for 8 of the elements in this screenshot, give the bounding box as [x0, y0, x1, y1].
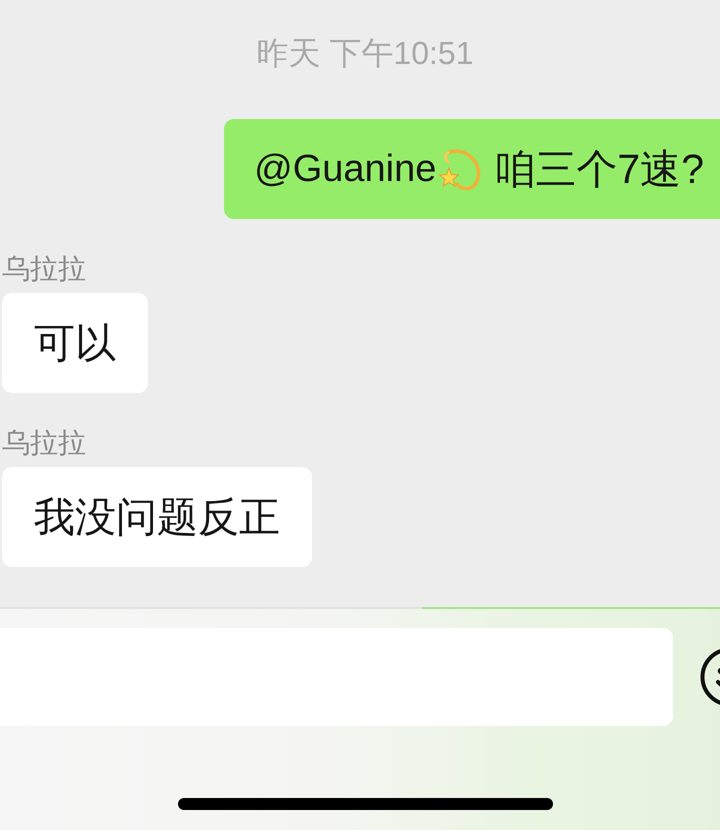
- mention-text[interactable]: @Guanine: [254, 144, 436, 194]
- message-text: 咱三个7速?: [494, 145, 704, 194]
- sender-name: 乌拉拉: [2, 252, 86, 286]
- sender-name: 乌拉拉: [2, 426, 86, 460]
- message-text: 我没问题反正: [34, 493, 280, 542]
- timestamp: 昨天 下午10:51: [256, 34, 474, 73]
- message-text: 可以: [34, 319, 116, 368]
- message-input[interactable]: [0, 628, 673, 726]
